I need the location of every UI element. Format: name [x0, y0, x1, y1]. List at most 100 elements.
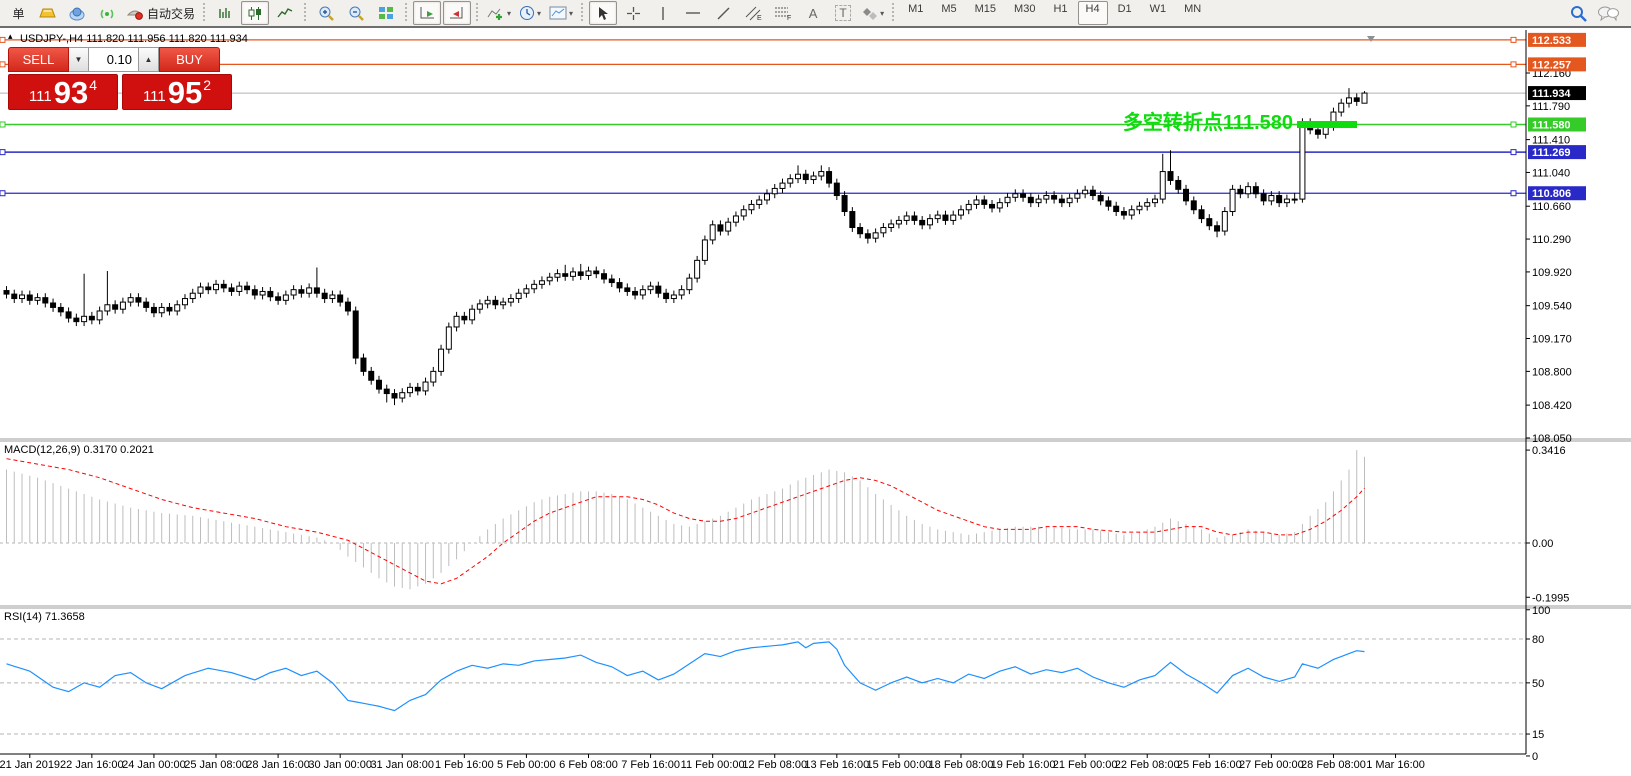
timeframe-d1-button[interactable]: D1 [1110, 1, 1140, 25]
chart-area[interactable]: 112.160111.790111.410111.040110.660110.2… [0, 30, 1631, 776]
timeframe-w1-button[interactable]: W1 [1142, 1, 1175, 25]
hline-handle[interactable] [1510, 121, 1517, 128]
candle [166, 306, 173, 312]
chart-shift-button[interactable] [443, 1, 472, 25]
arrows-tool-button[interactable]: ▾ [859, 1, 887, 25]
chart-type-bars-button[interactable] [211, 1, 239, 25]
candle [1268, 195, 1275, 202]
pivot-annotation-label[interactable]: 多空转折点111.580 [1050, 106, 1293, 135]
time-label: 6 Feb 08:00 [559, 759, 618, 771]
buy-price-prefix: 111 [142, 88, 166, 105]
cursor-tool-button[interactable] [589, 1, 618, 25]
timeframe-m30-button[interactable]: M30 [1006, 1, 1043, 25]
candle [1291, 198, 1298, 201]
timeframe-m5-button[interactable]: M5 [933, 1, 964, 25]
price-tick-label: 111.410 [1532, 135, 1570, 147]
candle [686, 277, 693, 291]
timeframe-h4-button[interactable]: H4 [1077, 1, 1108, 25]
candle [888, 223, 895, 229]
buy-price-box[interactable]: 111 95 2 [122, 74, 232, 110]
candle [407, 386, 414, 394]
trend-segment[interactable] [1297, 121, 1357, 129]
fibonacci-tool-button[interactable]: F [769, 1, 797, 25]
toolbar-grip[interactable] [890, 3, 898, 23]
hline-handle[interactable] [1510, 149, 1517, 156]
candle [593, 270, 600, 275]
templates-button[interactable]: ▾ [546, 1, 576, 25]
candle [391, 393, 398, 399]
zoom-out-button[interactable] [342, 1, 370, 25]
price-tick-label: 110.290 [1532, 234, 1571, 246]
autotrading-button[interactable]: 自动交易 [123, 1, 198, 25]
hline-handle[interactable] [0, 61, 6, 68]
toolbar-grip[interactable] [201, 3, 209, 23]
timeframe-m1-button[interactable]: M1 [900, 1, 931, 25]
toolbar-grip[interactable] [579, 3, 587, 23]
time-label: 28 Jan 16:00 [246, 759, 310, 771]
text-tool-button[interactable]: A [799, 1, 827, 25]
market-watch-button[interactable] [33, 1, 61, 25]
new-order-button[interactable]: 单 [3, 1, 31, 25]
chart-shift-marker[interactable] [1367, 36, 1375, 42]
horizontal-line-tool-button[interactable] [679, 1, 707, 25]
timeframe-m15-button[interactable]: M15 [967, 1, 1004, 25]
periods-button[interactable]: ▾ [516, 1, 544, 25]
chart-type-line-button[interactable] [271, 1, 299, 25]
hline-handle[interactable] [0, 149, 6, 156]
candle [1113, 205, 1120, 213]
mql-community-button[interactable] [63, 1, 91, 25]
time-label: 25 Feb 16:00 [1177, 759, 1242, 771]
volume-input[interactable] [89, 47, 139, 72]
candle [639, 289, 646, 296]
chart-type-candles-button[interactable] [241, 1, 270, 25]
rsi-tick-label: 15 [1532, 729, 1544, 741]
toolbar-grip[interactable] [474, 3, 482, 23]
timeframe-mn-button[interactable]: MN [1176, 1, 1209, 25]
hline-handle[interactable] [1510, 61, 1517, 68]
candle [143, 301, 150, 308]
search-button[interactable] [1564, 1, 1592, 25]
candle [158, 306, 165, 314]
volume-decrease-button[interactable]: ▼ [69, 47, 89, 72]
candle [368, 370, 375, 381]
vertical-line-tool-button[interactable] [649, 1, 677, 25]
toolbar-grip[interactable] [403, 3, 411, 23]
toolbar: 单 自动交易 ▾ ▾ ▾ E F A T ▾ M1 M5 M15 M30 H1 … [0, 0, 1631, 28]
trendline-tool-button[interactable] [709, 1, 737, 25]
volume-increase-button[interactable]: ▲ [139, 47, 159, 72]
auto-scroll-button[interactable] [413, 1, 442, 25]
sell-price-box[interactable]: 111 93 4 [8, 74, 118, 110]
candle [616, 282, 623, 289]
toolbar-grip[interactable] [302, 3, 310, 23]
macd-label: MACD(12,26,9) 0.3170 0.2021 [4, 444, 154, 456]
timeframe-h1-button[interactable]: H1 [1045, 1, 1075, 25]
chat-button[interactable] [1594, 1, 1622, 25]
price-tick-label: 110.660 [1532, 201, 1571, 213]
hline-handle[interactable] [0, 36, 6, 43]
candle [484, 299, 491, 305]
buy-button[interactable]: BUY [159, 47, 220, 72]
signals-button[interactable] [93, 1, 121, 25]
tile-windows-button[interactable] [372, 1, 400, 25]
candle [1190, 200, 1197, 211]
candle [313, 287, 320, 294]
candle [1361, 92, 1368, 104]
indicators-button[interactable]: ▾ [484, 1, 514, 25]
sell-button[interactable]: SELL [8, 47, 69, 72]
candle [531, 283, 538, 290]
hline-handle[interactable] [0, 121, 6, 128]
panel-collapse-icon[interactable]: ▴ [8, 31, 13, 42]
crosshair-tool-button[interactable] [619, 1, 647, 25]
buy-price-big: 95 [167, 74, 203, 110]
candle [150, 306, 157, 314]
timeframe-group: M1 M5 M15 M30 H1 H4 D1 W1 MN [899, 1, 1210, 25]
zoom-in-button[interactable] [312, 1, 340, 25]
candle [399, 392, 406, 399]
text-label-tool-button[interactable]: T [829, 1, 857, 25]
hline-handle[interactable] [1510, 190, 1517, 197]
time-label: 22 Feb 08:00 [1115, 759, 1180, 771]
hline-handle[interactable] [0, 190, 6, 197]
hline-handle[interactable] [1510, 36, 1517, 43]
candle [352, 310, 359, 359]
channel-tool-button[interactable]: E [739, 1, 767, 25]
